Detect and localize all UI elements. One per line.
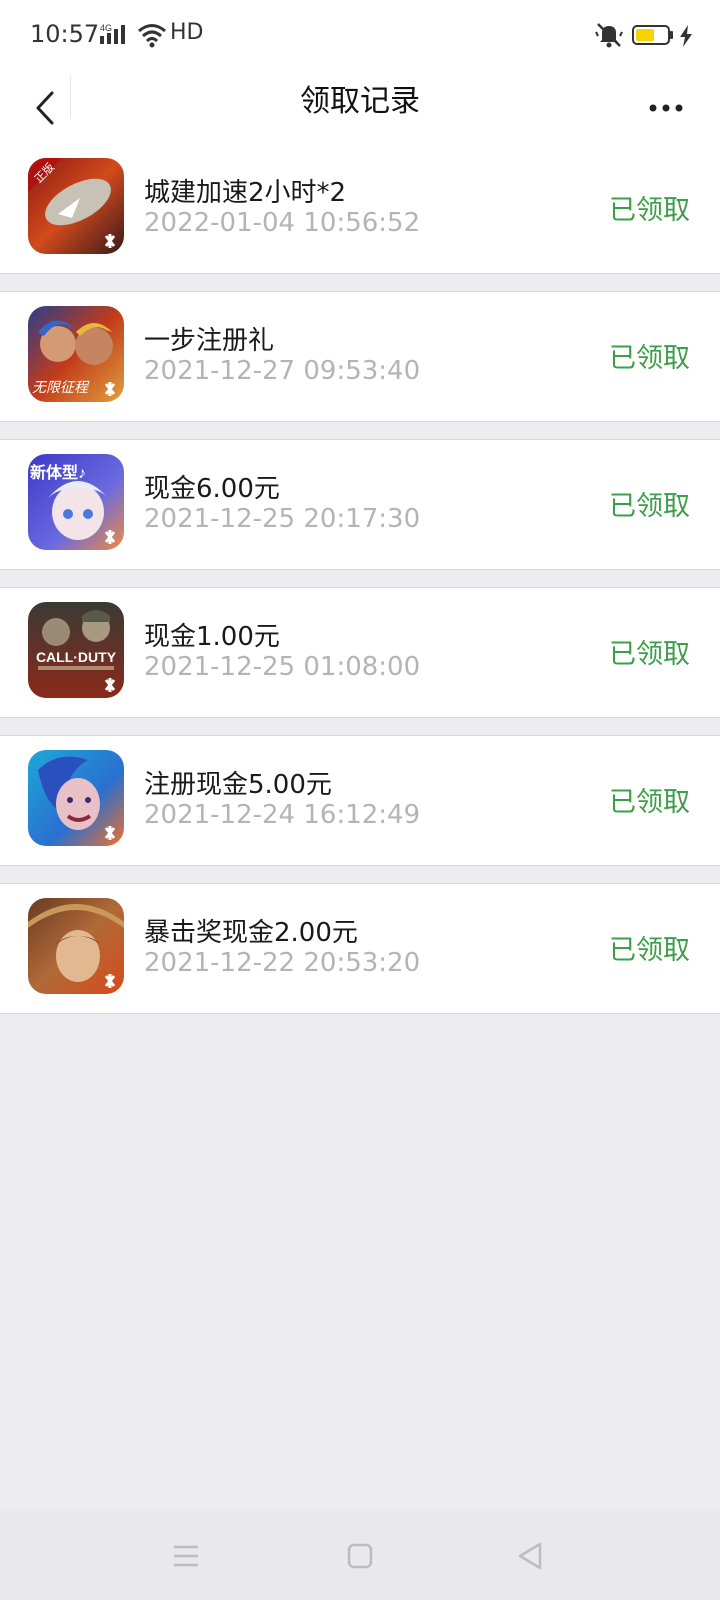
game-icon-swordsman [28,898,124,994]
list-gap [0,718,720,736]
record-status: 已领取 [609,935,690,966]
back-triangle-icon [518,1542,542,1570]
status-bar: 10:57 4G HD [0,0,720,72]
svg-text:CALL·DUTY: CALL·DUTY [36,649,117,665]
menu-button[interactable] [164,1534,208,1578]
system-nav-bar [0,1510,720,1600]
record-title: 暴击奖现金2.00元 [144,918,358,948]
record-item[interactable]: 正版 城建加速2小时*2 2022-01-04 10:56:52 已领取 [0,144,720,274]
status-time: 10:57 [30,20,100,48]
record-title: 现金6.00元 [144,474,280,504]
game-icon-call-of-duty: CALL·DUTY [28,602,124,698]
svg-text:4G: 4G [100,23,112,33]
list-gap [0,274,720,292]
record-item[interactable]: CALL·DUTY 现金1.00元 2021-12-25 01:08:00 已领… [0,588,720,718]
record-status: 已领取 [609,195,690,226]
game-icon-jinx [28,750,124,846]
back-nav-button[interactable] [508,1534,552,1578]
record-title: 城建加速2小时*2 [144,178,347,208]
home-icon [347,1543,373,1569]
game-icon-airship: 正版 [28,158,124,254]
record-title: 现金1.00元 [144,622,280,652]
record-item[interactable]: 注册现金5.00元 2021-12-24 16:12:49 已领取 [0,736,720,866]
record-item[interactable]: 无限征程 一步注册礼 2021-12-27 09:53:40 已领取 [0,292,720,422]
page-title: 领取记录 [300,84,420,119]
game-icon-dance: 新体型♪ [28,454,124,550]
svg-text:无限征程: 无限征程 [32,379,90,395]
list-gap [0,570,720,588]
list-gap [0,866,720,884]
menu-icon [174,1545,198,1567]
more-dots-icon [649,104,683,112]
record-status: 已领取 [609,343,690,374]
list-gap [0,422,720,440]
page: 10:57 4G HD 领取记录 正版 城建加速2小时*2 2022-01-04… [0,0,720,1600]
record-status: 已领取 [609,639,690,670]
record-status: 已领取 [609,787,690,818]
home-button[interactable] [338,1534,382,1578]
record-time: 2022-01-04 10:56:52 [144,208,421,238]
record-item[interactable]: 新体型♪ 现金6.00元 2021-12-25 20:17:30 已领取 [0,440,720,570]
record-title: 注册现金5.00元 [144,770,332,800]
record-time: 2021-12-25 20:17:30 [144,504,421,534]
charging-icon [680,25,692,47]
battery-icon [632,25,673,45]
record-status: 已领取 [609,491,690,522]
game-icon-warriors: 无限征程 [28,306,124,402]
record-time: 2021-12-27 09:53:40 [144,356,421,386]
svg-text:新体型♪: 新体型♪ [30,463,86,482]
mute-icon [595,23,623,48]
hd-indicator: HD [170,20,204,45]
more-button[interactable] [642,84,690,132]
signal-icon: 4G [100,23,125,44]
record-time: 2021-12-24 16:12:49 [144,800,421,830]
record-time: 2021-12-25 01:08:00 [144,652,421,682]
record-title: 一步注册礼 [144,326,275,356]
records-list: 正版 城建加速2小时*2 2022-01-04 10:56:52 已领取 无限征… [0,144,720,1014]
wifi-icon [138,24,166,48]
record-item[interactable]: 暴击奖现金2.00元 2021-12-22 20:53:20 已领取 [0,884,720,1014]
header: 领取记录 [0,72,720,144]
record-time: 2021-12-22 20:53:20 [144,948,421,978]
